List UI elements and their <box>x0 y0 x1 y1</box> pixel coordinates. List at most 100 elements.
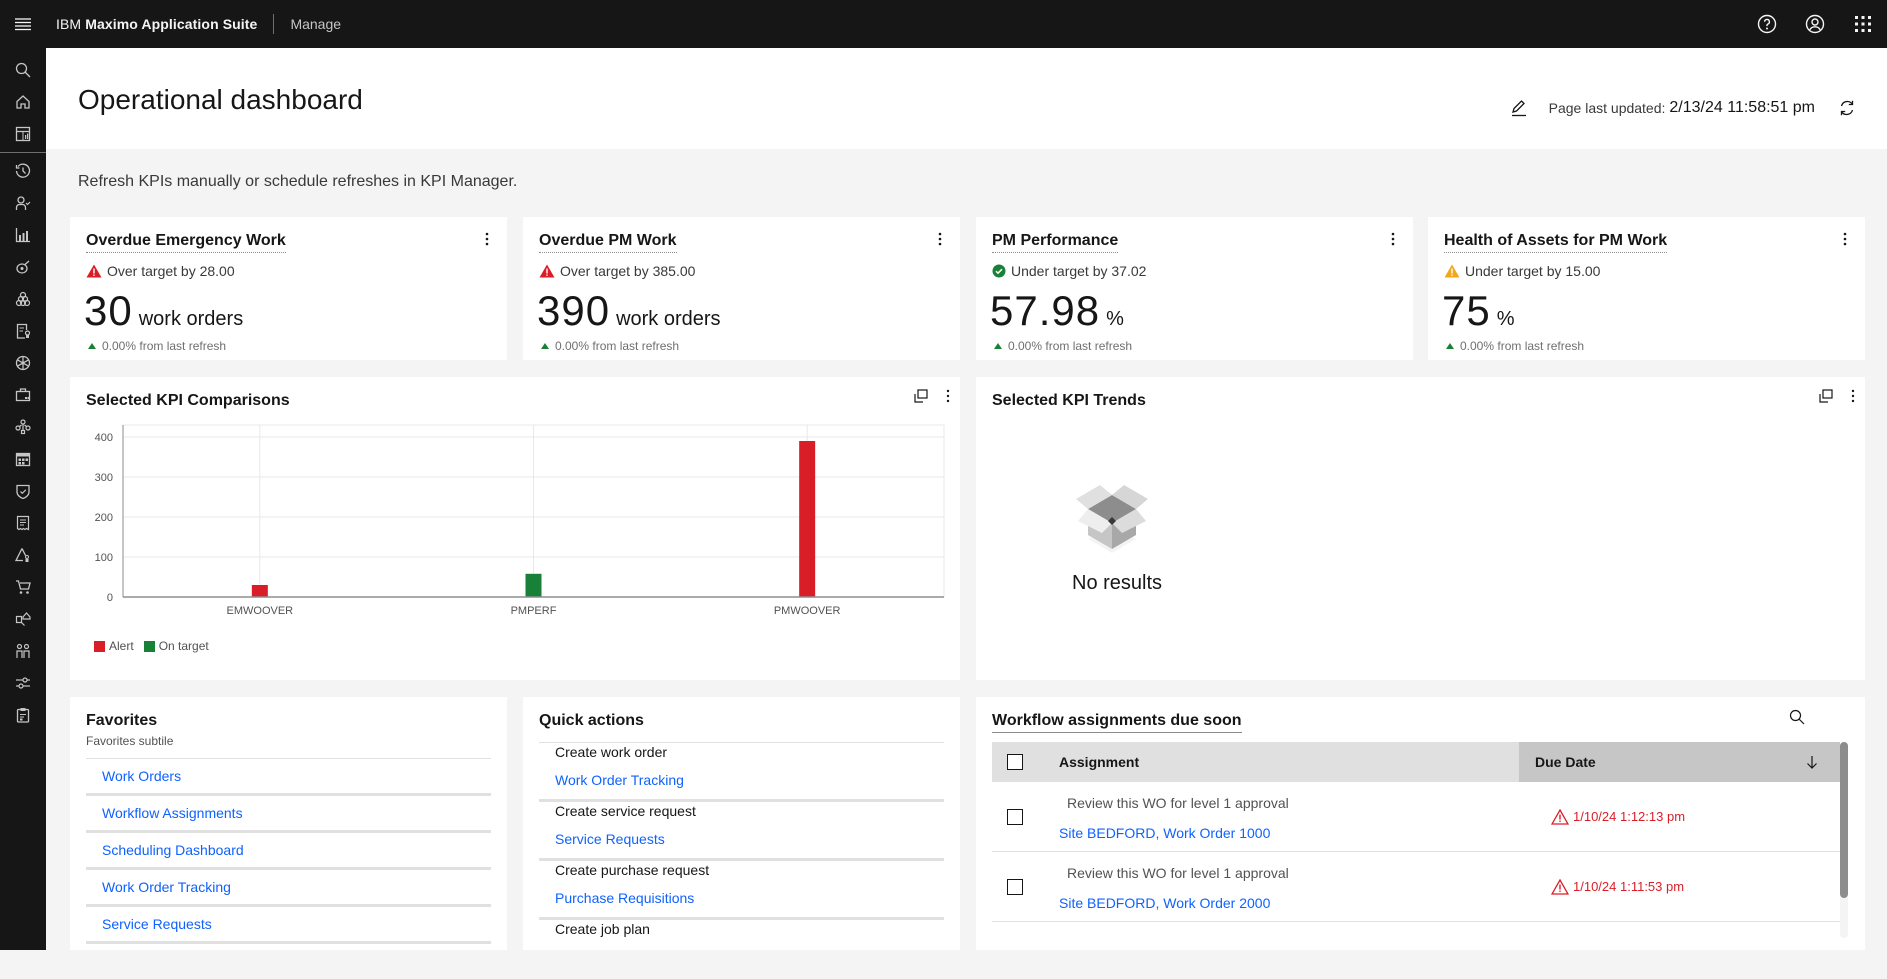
kpi-comparisons-panel: Selected KPI Comparisons 0 100 200 300 400 EM… <box>70 377 960 680</box>
last-updated-label: Page last updated: <box>1548 100 1666 116</box>
sidebar-item-recent[interactable] <box>0 155 46 187</box>
workflow-table: Assignment Due Date Review this WO for l… <box>992 742 1848 938</box>
table-search-button[interactable] <box>1789 709 1805 725</box>
kpi-status: Over target by 28.00 <box>86 263 235 279</box>
row-checkbox[interactable] <box>1006 808 1023 825</box>
overflow-menu-icon <box>938 232 942 246</box>
kpi-status-text: Over target by 28.00 <box>107 263 235 279</box>
page-header: Operational dashboard Page last updated:… <box>46 48 1887 149</box>
quick-action-link[interactable]: Service Requests <box>555 831 665 847</box>
bar-pmwoover <box>799 441 816 597</box>
expand-button[interactable] <box>1819 389 1833 403</box>
table-header: Assignment Due Date <box>992 742 1840 782</box>
document-certificate-icon <box>16 323 31 339</box>
sidebar-item-purchasing[interactable] <box>0 571 46 603</box>
sidebar-item-inventory[interactable] <box>0 283 46 315</box>
app-switcher-button[interactable] <box>1839 0 1887 48</box>
sidebar-item-tasks[interactable] <box>0 699 46 731</box>
legend-swatch-on-target <box>143 641 155 653</box>
kpi-title[interactable]: Overdue Emergency Work <box>86 232 286 253</box>
due-date-cell: 1/10/24 1:11:53 pm <box>1519 852 1840 921</box>
kpi-status-text: Under target by 15.00 <box>1465 263 1601 279</box>
table-row[interactable]: Review this WO for level 1 approval Site… <box>992 852 1840 922</box>
favorite-link[interactable]: Service Requests <box>86 907 491 944</box>
kpi-card-pm-performance[interactable]: PM Performance Under target by 37.02 57.… <box>976 217 1413 360</box>
kpi-card-overdue-pm[interactable]: Overdue PM Work Over target by 385.00 39… <box>523 217 960 360</box>
column-header-due-date[interactable]: Due Date <box>1519 742 1840 782</box>
sidebar-item-people[interactable] <box>0 187 46 219</box>
overflow-menu-button[interactable] <box>1835 229 1855 249</box>
select-all-checkbox[interactable] <box>1006 754 1023 770</box>
sidebar-item-assets[interactable] <box>0 251 46 283</box>
popup-icon <box>1819 389 1833 403</box>
favorite-link[interactable]: Workflow Assignments <box>86 796 491 833</box>
sidebar-item-hazards[interactable] <box>0 539 46 571</box>
assignment-link[interactable]: Site BEDFORD, Work Order 1000 <box>1059 825 1270 841</box>
scrollbar-thumb[interactable] <box>1840 742 1848 898</box>
clipboard-icon <box>16 708 30 723</box>
overflow-menu-button[interactable] <box>946 389 950 403</box>
refresh-button[interactable] <box>1823 92 1871 124</box>
legend-label: Alert <box>109 639 134 653</box>
assignment-description: Review this WO for level 1 approval <box>1067 795 1289 811</box>
assignment-description: Review this WO for level 1 approval <box>1067 865 1289 881</box>
sidebar-item-invoices[interactable] <box>0 507 46 539</box>
overflow-menu-button[interactable] <box>477 229 497 249</box>
top-header: IBM Maximo Application Suite Manage <box>0 0 1887 48</box>
edit-dashboard-button[interactable] <box>1503 92 1535 124</box>
column-header-assignment[interactable]: Assignment <box>1037 742 1519 782</box>
sidebar-item-delivery[interactable] <box>0 603 46 635</box>
user-profile-button[interactable] <box>1791 0 1839 48</box>
sidebar-item-dashboard[interactable] <box>0 118 46 150</box>
y-tick-label: 400 <box>95 432 113 444</box>
receipt-icon <box>16 515 30 531</box>
sidebar-item-job-plans[interactable] <box>0 379 46 411</box>
favorite-link[interactable]: Work Orders <box>86 759 491 796</box>
quick-action-link[interactable]: Purchase Requisitions <box>555 890 694 906</box>
sidebar-item-search[interactable] <box>0 54 46 86</box>
legend-item-on-target[interactable]: On target <box>143 639 209 653</box>
kpi-delta: 0.00% from last refresh <box>541 339 679 353</box>
y-tick-label: 200 <box>95 512 113 524</box>
sidebar-item-hierarchy[interactable] <box>0 411 46 443</box>
overflow-menu-button[interactable] <box>1383 229 1403 249</box>
legend-item-alert[interactable]: Alert <box>94 639 134 653</box>
panel-title: Selected KPI Trends <box>992 392 1146 409</box>
favorite-link[interactable]: Work Order Tracking <box>86 870 491 907</box>
search-icon <box>15 62 31 78</box>
overflow-menu-button[interactable] <box>930 229 950 249</box>
kpi-card-health-of-assets[interactable]: Health of Assets for PM Work Under targe… <box>1428 217 1865 360</box>
sidebar-item-home[interactable] <box>0 86 46 118</box>
sidebar-item-calendar[interactable] <box>0 443 46 475</box>
sidebar-item-settings[interactable] <box>0 667 46 699</box>
sidebar-item-safety[interactable] <box>0 475 46 507</box>
table-scrollbar[interactable] <box>1840 742 1848 938</box>
kpi-title[interactable]: Overdue PM Work <box>539 232 677 253</box>
warning-person-icon <box>15 548 29 562</box>
overflow-menu-button[interactable] <box>1851 389 1855 403</box>
quick-action-link[interactable]: Work Order Tracking <box>555 772 684 788</box>
sidebar-item-users[interactable] <box>0 635 46 667</box>
sidebar-item-work-orders[interactable] <box>0 315 46 347</box>
toolbox-icon <box>15 388 31 402</box>
favorite-link[interactable]: Scheduling Dashboard <box>86 833 491 870</box>
sidebar-divider <box>0 152 46 153</box>
sidebar-item-reports[interactable] <box>0 219 46 251</box>
assignment-link[interactable]: Site BEDFORD, Work Order 2000 <box>1059 895 1270 911</box>
empty-box-icon <box>1076 485 1148 553</box>
hamburger-menu-button[interactable] <box>0 0 46 48</box>
page-title: Operational dashboard <box>78 84 363 115</box>
sidebar-item-service[interactable] <box>0 347 46 379</box>
kpi-title[interactable]: PM Performance <box>992 232 1119 253</box>
overdue-warning-icon <box>1551 808 1569 825</box>
panel-title[interactable]: Workflow assignments due soon <box>992 712 1242 733</box>
help-button[interactable] <box>1743 0 1791 48</box>
kpi-title[interactable]: Health of Assets for PM Work <box>1444 232 1668 253</box>
expand-button[interactable] <box>914 389 928 403</box>
table-row[interactable]: Review this WO for level 1 approval Site… <box>992 782 1840 852</box>
kpi-card-overdue-emergency[interactable]: Overdue Emergency Work Over target by 28… <box>70 217 507 360</box>
row-checkbox[interactable] <box>1006 878 1023 895</box>
brand-name[interactable]: IBM Maximo Application Suite <box>56 16 257 32</box>
kpi-unit: work orders <box>616 308 721 330</box>
kpi-unit: % <box>1496 308 1515 330</box>
